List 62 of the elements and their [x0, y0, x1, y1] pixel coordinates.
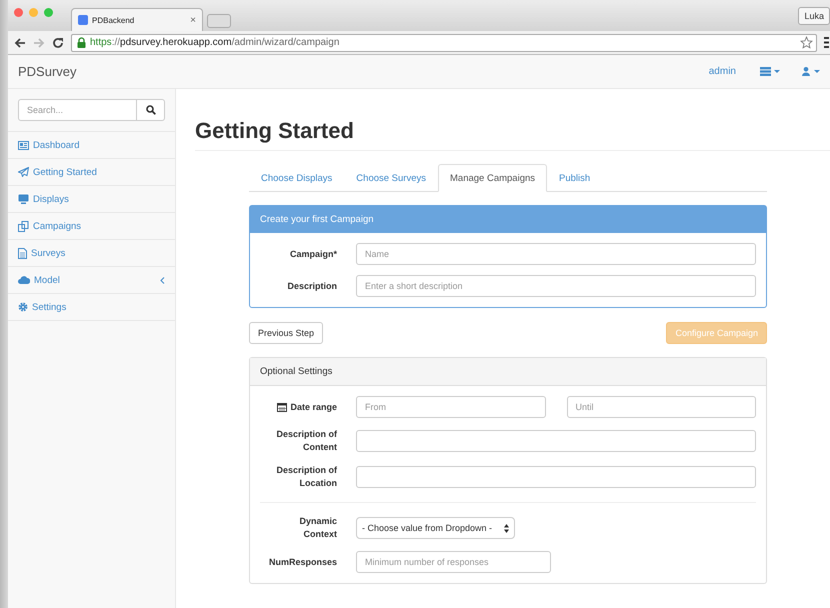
sidebar-item[interactable]: Settings [8, 294, 175, 321]
field-label: Campaign* [288, 248, 337, 260]
document-icon [18, 248, 27, 258]
gear-icon [18, 302, 28, 312]
search-icon [146, 105, 156, 115]
new-tab-button[interactable] [207, 14, 231, 28]
cloud-icon [18, 276, 30, 284]
search-button[interactable] [137, 99, 165, 121]
wizard-tab[interactable]: Manage Campaigns [438, 164, 548, 192]
date-field[interactable]: From [356, 396, 546, 418]
tab-title: PDBackend [92, 16, 136, 24]
field-label: Description of Location [275, 464, 337, 490]
input-field[interactable]: Minimum number of responses [356, 551, 551, 573]
profile-button[interactable]: Luka [798, 6, 830, 24]
sidebar-item[interactable]: Dashboard [8, 132, 175, 159]
sidebar-item[interactable]: Campaigns [8, 213, 175, 240]
address-bar[interactable]: https://pdsurvey.herokuapp.com/admin/wizard/campaign [71, 34, 817, 52]
field-label: Description of Content [275, 428, 337, 454]
brand-name[interactable]: PDSurvey [18, 64, 77, 79]
field-label: Date range [290, 400, 337, 414]
monitor-icon [18, 194, 29, 204]
panel-heading: Optional Settings [250, 358, 766, 386]
sidebar-item[interactable]: Getting Started [8, 159, 175, 186]
panel-heading: Create your first Campaign [250, 206, 766, 233]
zoom-window-button[interactable] [44, 8, 53, 17]
tab-close-button[interactable]: × [190, 14, 196, 26]
paper-plane-icon [18, 167, 29, 177]
close-window-button[interactable] [14, 8, 23, 17]
lock-icon [77, 37, 86, 48]
star-icon[interactable] [800, 36, 813, 49]
server-dropdown-icon[interactable] [760, 67, 782, 76]
menu-icon[interactable] [824, 37, 829, 48]
wizard-tab[interactable]: Choose Displays [249, 164, 344, 192]
sidebar-item[interactable]: Surveys [8, 240, 175, 267]
forward-icon[interactable] [33, 36, 45, 48]
browser-tab[interactable]: PDBackend × [71, 8, 203, 31]
wizard-tab[interactable]: Publish [547, 164, 602, 192]
newspaper-icon [18, 140, 29, 150]
date-field[interactable]: Until [566, 396, 756, 418]
page-title: Getting Started [195, 118, 830, 151]
back-icon[interactable] [14, 36, 26, 48]
dropdown-select[interactable]: - Choose value from Dropdown - [356, 517, 515, 539]
admin-link[interactable]: admin [708, 66, 736, 77]
input-field[interactable] [356, 466, 756, 488]
sidebar-item[interactable]: Model [8, 267, 175, 294]
calendar-icon [277, 402, 288, 412]
field-label: Dynamic Context [298, 515, 337, 541]
previous-button[interactable]: Previous Step [249, 322, 324, 344]
input-field[interactable]: Name [356, 243, 756, 265]
field-label: Description [286, 280, 337, 292]
input-field[interactable] [356, 430, 756, 452]
sidebar-item[interactable]: Displays [8, 186, 175, 213]
field-label: NumResponses [268, 556, 337, 568]
chevron-left-icon [160, 276, 165, 284]
input-field[interactable]: Enter a short description [356, 275, 756, 297]
wizard-tab[interactable]: Choose Surveys [344, 164, 438, 192]
reload-icon[interactable] [52, 36, 64, 48]
user-dropdown-icon[interactable] [802, 67, 822, 76]
updown-icon [504, 524, 509, 532]
search-field[interactable]: Search... [18, 99, 137, 121]
copy-icon [18, 220, 29, 232]
favicon-icon [78, 15, 88, 25]
